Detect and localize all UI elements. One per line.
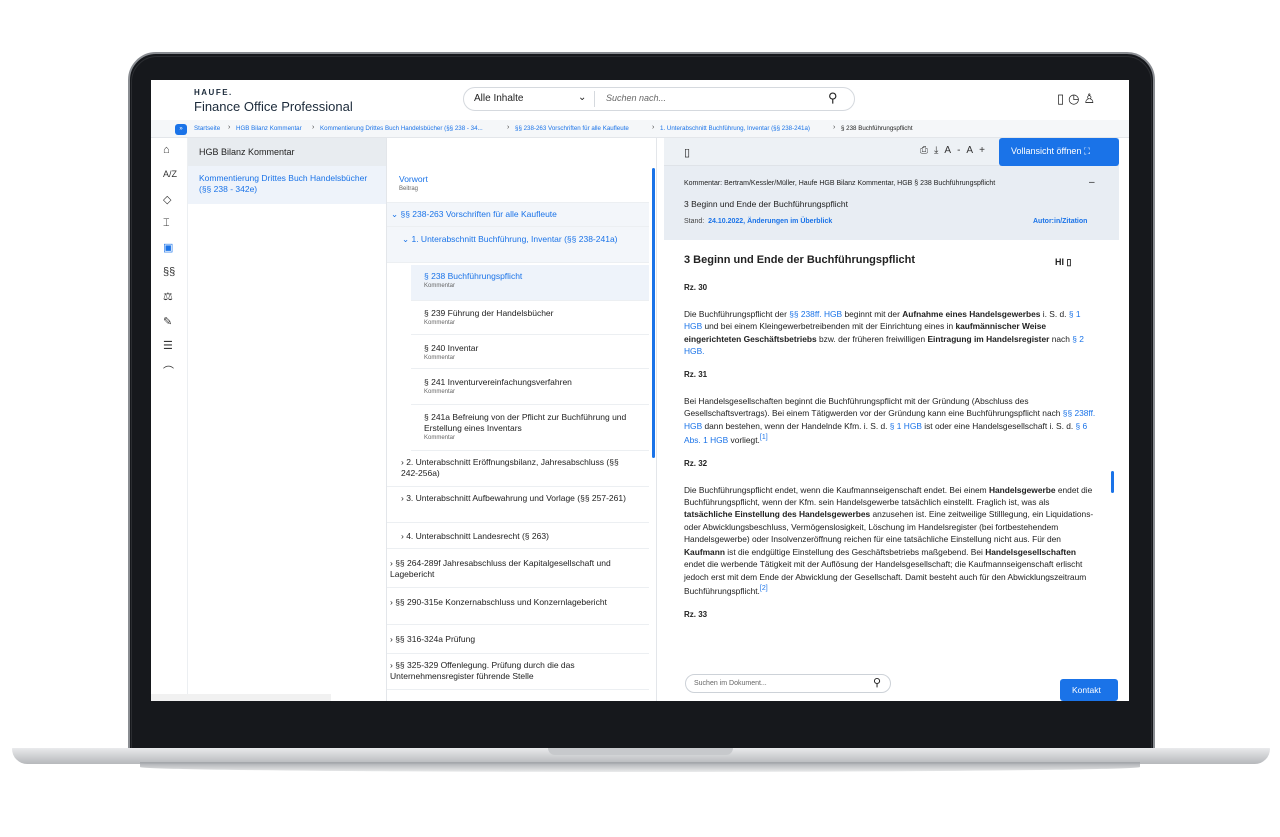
toc-item-active[interactable]: § 238 Buchführungspflicht Kommentar bbox=[411, 265, 649, 301]
breadcrumb: » Startseite › HGB Bilanz Kommentar › Ko… bbox=[151, 120, 1129, 138]
toc-item[interactable]: § 240 Inventar Kommentar bbox=[411, 335, 649, 369]
laptop-notch bbox=[548, 748, 733, 755]
bookmark-icon[interactable]: ▯ bbox=[1057, 91, 1068, 106]
list-icon[interactable]: ☰ bbox=[163, 339, 173, 352]
home-icon[interactable]: ⌂ bbox=[163, 144, 170, 156]
rz-label: Rz. 30 bbox=[684, 283, 708, 293]
scale-icon[interactable]: ⚖ bbox=[163, 290, 173, 303]
document-heading: 3 Beginn und Ende der Buchführungspflich… bbox=[684, 254, 915, 266]
meta-source: Kommentar: Bertram/Kessler/Müller, Haufe… bbox=[684, 180, 996, 187]
paragraph: Die Buchführungspflicht der §§ 238ff. HG… bbox=[684, 308, 1084, 357]
rz-label: Rz. 33 bbox=[684, 610, 708, 620]
changes-link[interactable]: 24.10.2022, Änderungen im Überblick bbox=[708, 218, 832, 225]
document-toolbar: ▯ ⎙⤓A-A+ Vollansicht öffnen ⛶ bbox=[664, 138, 1119, 166]
column-title: HGB Bilanz Kommentar bbox=[188, 138, 386, 166]
link[interactable]: §§ 238ff. HGB bbox=[789, 309, 842, 319]
edit-doc-icon[interactable]: ✎ bbox=[163, 315, 172, 328]
breadcrumb-item[interactable]: §§ 238-263 Vorschriften für alle Kaufleu… bbox=[515, 125, 629, 132]
nav-column-1: HGB Bilanz Kommentar Kommentierung Dritt… bbox=[188, 138, 387, 701]
chevron-right-icon: › bbox=[228, 124, 231, 131]
id-card-icon[interactable]: ▣ bbox=[163, 241, 173, 254]
author-citation-link[interactable]: Autor:in/Zitation bbox=[1033, 218, 1087, 225]
bank-icon[interactable]: ⌶ bbox=[163, 217, 170, 230]
full-view-button[interactable]: Vollansicht öffnen ⛶ bbox=[999, 138, 1119, 166]
toc-item[interactable]: ⌄ §§ 238-263 Vorschriften für alle Kaufl… bbox=[387, 203, 649, 227]
toc-item[interactable]: ⌄ 1. Unterabschnitt Buchführung, Inventa… bbox=[387, 227, 649, 263]
history-icon[interactable]: ◷ bbox=[1068, 91, 1083, 106]
hl-toggle[interactable]: HI ▯ bbox=[1055, 256, 1071, 268]
chevron-right-icon: › bbox=[652, 124, 655, 131]
toc-item[interactable]: § 241a Befreiung von der Pflicht zur Buc… bbox=[411, 405, 649, 451]
breadcrumb-item[interactable]: Kommentierung Drittes Buch Handelsbücher… bbox=[320, 125, 483, 132]
search-filter-select[interactable]: Alle Inhalte bbox=[474, 93, 523, 104]
document-meta: Kommentar: Bertram/Kessler/Müller, Haufe… bbox=[664, 166, 1119, 240]
app-title: Finance Office Professional bbox=[194, 99, 353, 114]
collapse-icon[interactable]: – bbox=[1089, 177, 1095, 188]
user-icon[interactable]: ♙ bbox=[1084, 91, 1100, 106]
rz-label: Rz. 32 bbox=[684, 459, 708, 469]
expand-icon: ⛶ bbox=[1083, 146, 1091, 156]
scrollbar[interactable] bbox=[1111, 471, 1114, 493]
bookmark-icon[interactable]: ▯ bbox=[684, 146, 690, 159]
footnote-link[interactable]: [2] bbox=[760, 585, 768, 592]
app-screen: HAUFE. Finance Office Professional Alle … bbox=[151, 80, 1129, 701]
global-search: Alle Inhalte ⌄ Suchen nach... ⚲ bbox=[463, 87, 855, 111]
footnote-link[interactable]: [1] bbox=[760, 434, 768, 441]
toc-item[interactable]: › §§ 325-329 Offenlegung. Prüfung durch … bbox=[387, 654, 649, 690]
toc-item[interactable]: › 4. Unterabschnitt Landesrecht (§ 263) bbox=[387, 523, 649, 549]
print-icon[interactable]: ⎙ bbox=[920, 145, 934, 156]
toc-item[interactable]: Vorwort Beitrag bbox=[387, 171, 649, 203]
document-panel: ▯ ⎙⤓A-A+ Vollansicht öffnen ⛶ Kommentar:… bbox=[664, 138, 1119, 701]
breadcrumb-item[interactable]: 1. Unterabschnitt Buchführung, Inventar … bbox=[660, 125, 810, 132]
search-icon[interactable]: ⚲ bbox=[873, 676, 881, 689]
top-icons: ▯◷♙ bbox=[1057, 91, 1099, 107]
document-search-input[interactable]: Suchen im Dokument... ⚲ bbox=[685, 674, 891, 693]
breadcrumb-current: § 238 Buchführungspflicht bbox=[841, 125, 913, 132]
rz-label: Rz. 31 bbox=[684, 370, 708, 380]
link[interactable]: § 1 HGB bbox=[890, 421, 922, 431]
chevron-right-icon: › bbox=[833, 124, 836, 131]
meta-title: 3 Beginn und Ende der Buchführungspflich… bbox=[684, 199, 848, 209]
top-bar: HAUFE. Finance Office Professional Alle … bbox=[151, 80, 1129, 120]
az-icon[interactable]: A/Z bbox=[163, 169, 177, 179]
paragraph: Bei Handelsgesellschaften beginnt die Bu… bbox=[684, 395, 1096, 445]
status-bar bbox=[151, 694, 331, 701]
paragraph-icon[interactable]: §§ bbox=[163, 266, 175, 278]
toc-item[interactable]: › 2. Unterabschnitt Eröffnungsbilanz, Ja… bbox=[387, 451, 649, 487]
search-divider bbox=[594, 91, 595, 107]
graduation-icon[interactable]: ⌒ bbox=[163, 363, 174, 379]
font-larger-icon[interactable]: A+ bbox=[966, 145, 991, 156]
download-icon[interactable]: ⤓ bbox=[934, 145, 944, 156]
nav-item-selected[interactable]: Kommentierung Drittes Buch Handelsbücher… bbox=[188, 166, 386, 204]
breadcrumb-item[interactable]: HGB Bilanz Kommentar bbox=[236, 125, 302, 132]
toc-item[interactable]: › §§ 316-324a Prüfung bbox=[387, 628, 649, 654]
nav-column-2: Vorwort Beitrag ⌄ §§ 238-263 Vorschriften… bbox=[387, 138, 657, 701]
search-icon[interactable]: ⚲ bbox=[828, 90, 838, 106]
chevron-right-icon: › bbox=[312, 124, 315, 131]
document-tools: ⎙⤓A-A+ bbox=[920, 145, 991, 156]
sidebar-toggle-button[interactable]: » bbox=[175, 124, 187, 135]
scrollbar[interactable] bbox=[652, 168, 655, 458]
laptop-foot bbox=[140, 762, 1140, 772]
search-input[interactable]: Suchen nach... bbox=[606, 93, 666, 103]
paragraph: Die Buchführungspflicht endet, wenn die … bbox=[684, 484, 1094, 596]
haufe-logo[interactable]: HAUFE. bbox=[194, 88, 233, 97]
toc-item[interactable]: § 239 Führung der Handelsbücher Kommentar bbox=[411, 301, 649, 335]
toc-item[interactable]: § 241 Inventurvereinfachungsverfahren Kom… bbox=[411, 369, 649, 405]
document-body: 3 Beginn und Ende der Buchführungspflich… bbox=[664, 248, 1119, 668]
icon-rail: ⌂ A/Z ◇ ⌶ ▣ §§ ⚖ ✎ ☰ ⌒ bbox=[151, 138, 188, 701]
font-smaller-icon[interactable]: A- bbox=[944, 145, 966, 156]
tag-icon[interactable]: ◇ bbox=[163, 193, 171, 206]
chevron-down-icon[interactable]: ⌄ bbox=[578, 92, 586, 103]
link[interactable]: § 6 Abs. 1 HGB bbox=[684, 421, 1087, 445]
meta-stand: Stand: 24.10.2022, Änderungen im Überbli… bbox=[684, 218, 833, 225]
chevron-right-icon: › bbox=[507, 124, 510, 131]
toc-item[interactable]: › 3. Unterabschnitt Aufbewahrung und Vor… bbox=[387, 487, 649, 523]
breadcrumb-item[interactable]: Startseite bbox=[194, 125, 220, 132]
kontakt-button[interactable]: Kontakt bbox=[1060, 679, 1118, 701]
toc-item[interactable]: › §§ 290-315e Konzernabschluss und Konze… bbox=[387, 591, 649, 625]
toc-item[interactable]: › §§ 264-289f Jahresabschluss der Kapita… bbox=[387, 554, 649, 588]
